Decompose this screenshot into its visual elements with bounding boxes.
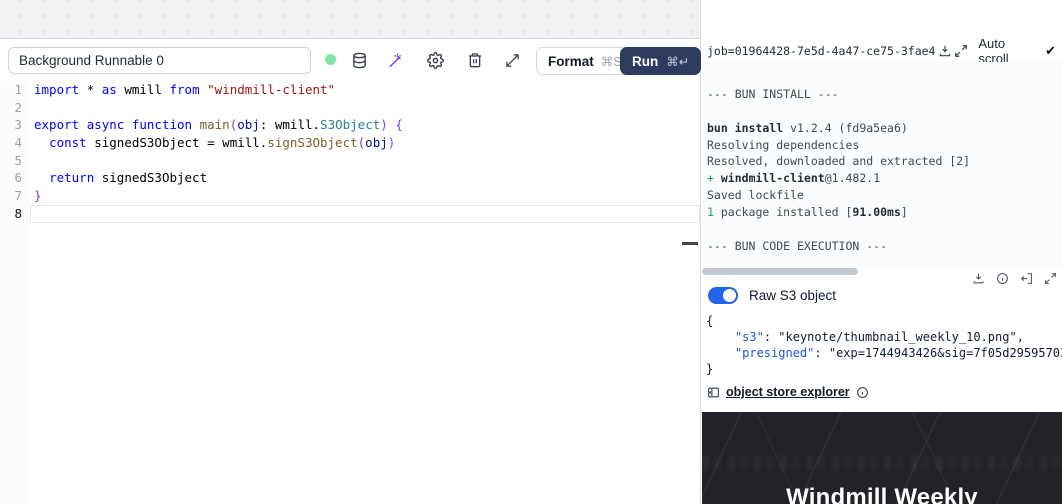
log-line: Resolved, downloaded and extracted [2] — [707, 153, 1062, 170]
json-line: } — [706, 361, 1062, 377]
output-panel: job=01964428-7e5d-4a47-ce75-3fae4 Auto s… — [702, 0, 1062, 504]
download-logs-icon[interactable] — [937, 43, 951, 59]
editor-panel: Format ⌘S Run ⌘↵ 1import * as wmill from… — [0, 38, 700, 504]
log-line — [707, 103, 1062, 120]
result-json-viewer[interactable]: { "s3": "keynote/thumbnail_weekly_10.png… — [706, 313, 1062, 377]
log-scrollbar-thumb[interactable] — [702, 268, 858, 275]
object-store-explorer-link[interactable]: object store explorer — [726, 385, 850, 399]
expand-diagonal-icon[interactable] — [501, 49, 523, 71]
log-line — [707, 221, 1062, 238]
job-id-label: job=01964428-7e5d-4a47-ce75-3fae4 — [707, 44, 935, 58]
code-line: 6 return signedS3Object — [0, 169, 700, 187]
preview-title-text: Windmill Weekly — [702, 484, 1062, 504]
log-lines: --- BUN INSTALL --- bun install v1.2.4 (… — [707, 69, 1062, 255]
job-log-output[interactable]: --- BUN INSTALL --- bun install v1.2.4 (… — [702, 62, 1062, 267]
ai-wand-icon[interactable] — [384, 49, 406, 71]
run-label: Run — [632, 54, 658, 69]
s3-image-preview: Windmill Weekly — [702, 412, 1062, 504]
fullscreen-result-icon[interactable] — [1043, 271, 1058, 286]
log-line: Resolving dependencies — [707, 137, 1062, 154]
log-line: bun install v1.2.4 (fd9a5ea6) — [707, 120, 1062, 137]
result-panel: Raw S3 object { "s3": "keynote/thumbnail… — [702, 278, 1062, 412]
raw-s3-toggle-label: Raw S3 object — [749, 288, 836, 303]
result-actions — [971, 271, 1058, 286]
explorer-info-icon[interactable] — [856, 385, 870, 399]
raw-s3-toggle-row: Raw S3 object — [708, 287, 836, 304]
open-in-drawer-icon[interactable] — [1019, 271, 1034, 286]
settings-gear-icon[interactable] — [424, 49, 446, 71]
code-line: 3export async function main(obj: wmill.S… — [0, 116, 700, 134]
code-line: 5 — [0, 152, 700, 170]
windmill-app-editor: Format ⌘S Run ⌘↵ 1import * as wmill from… — [0, 0, 1062, 504]
expand-logs-icon[interactable] — [954, 43, 968, 59]
json-line: "presigned": "exp=1744943426&sig=7f05d29… — [706, 345, 1062, 361]
trash-icon[interactable] — [464, 49, 486, 71]
log-line: + windmill-client@1.482.1 — [707, 170, 1062, 187]
monaco-code-editor[interactable]: 1import * as wmill from "windmill-client… — [0, 81, 700, 504]
code-line: 1import * as wmill from "windmill-client… — [0, 81, 700, 99]
log-line: --- BUN INSTALL --- — [707, 86, 1062, 103]
raw-s3-toggle[interactable] — [708, 287, 738, 304]
panel-splitter-handle[interactable] — [682, 242, 698, 245]
auto-scroll-check-icon: ✔ — [1045, 43, 1056, 59]
json-line: "s3": "keynote/thumbnail_weekly_10.png", — [706, 329, 1062, 345]
object-store-explorer-row: object store explorer — [706, 385, 870, 399]
runnable-name-input[interactable] — [8, 47, 311, 74]
code-line: 2 — [0, 99, 700, 117]
saved-status-dot — [325, 54, 336, 65]
code-line: 7} — [0, 187, 700, 205]
preview-faint-text-band — [702, 456, 1062, 470]
log-line: 1 package installed [91.00ms] — [707, 204, 1062, 221]
info-icon[interactable] — [995, 271, 1010, 286]
database-icon[interactable] — [348, 49, 370, 71]
run-shortcut: ⌘↵ — [666, 54, 689, 69]
code-lines: 1import * as wmill from "windmill-client… — [0, 81, 700, 223]
log-line: Saved lockfile — [707, 187, 1062, 204]
log-line: --- BUN CODE EXECUTION --- — [707, 238, 1062, 255]
log-line — [707, 69, 1062, 86]
app-canvas-dot-grid[interactable] — [0, 0, 700, 38]
format-button[interactable]: Format ⌘S — [536, 47, 634, 75]
json-line: { — [706, 313, 1062, 329]
format-shortcut: ⌘S — [601, 54, 622, 69]
toggle-knob — [723, 289, 736, 302]
run-button[interactable]: Run ⌘↵ — [620, 47, 701, 75]
code-panel: Format ⌘S Run ⌘↵ 1import * as wmill from… — [0, 0, 701, 504]
code-line: 8 — [30, 205, 700, 223]
job-header-row: job=01964428-7e5d-4a47-ce75-3fae4 Auto s… — [702, 40, 1062, 62]
download-result-icon[interactable] — [971, 271, 986, 286]
editor-toolbar: Format ⌘S Run ⌘↵ — [0, 39, 700, 79]
panel-left-icon — [706, 385, 720, 399]
code-line: 4 const signedS3Object = wmill.signS3Obj… — [0, 134, 700, 152]
format-label: Format — [548, 54, 594, 69]
